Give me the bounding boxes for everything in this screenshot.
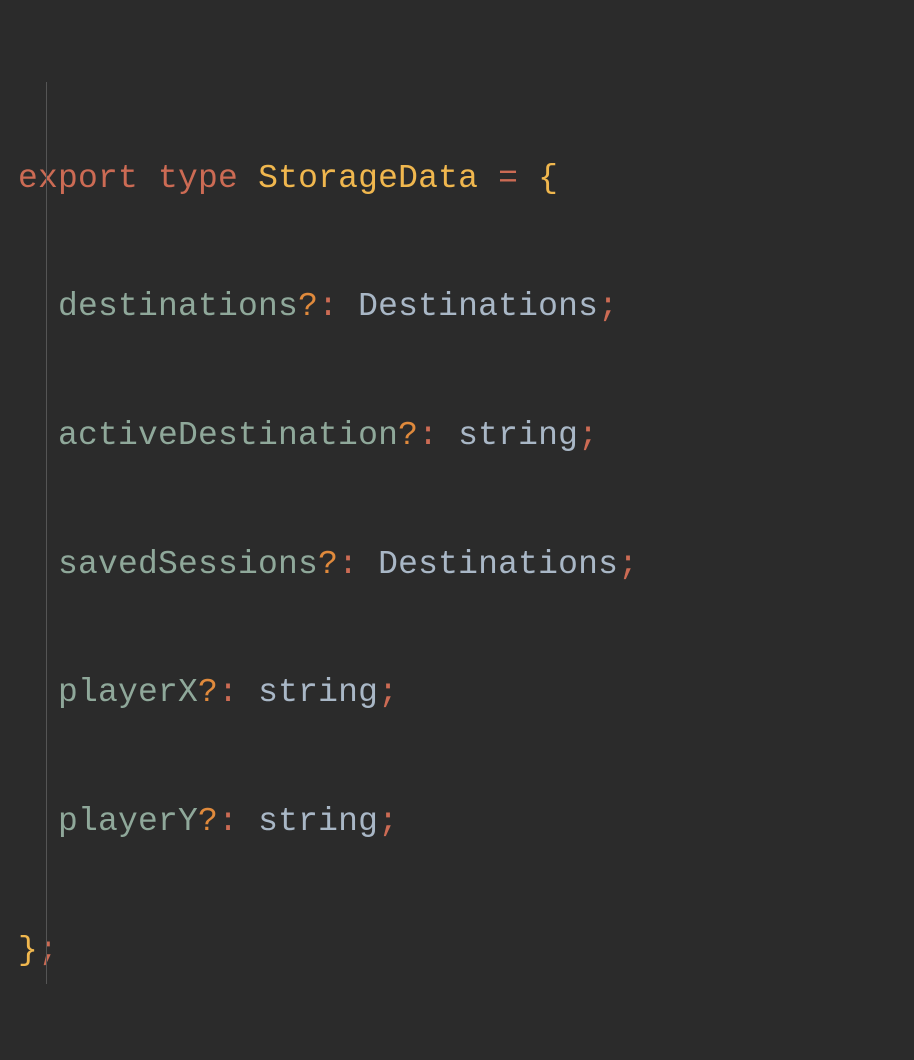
code-block: export type StorageData = { destinations… [18,18,896,1048]
keyword-type: type [158,160,238,197]
code-line-3: activeDestination?: string; [18,404,896,468]
optional-marker: ? [318,546,338,583]
property-type: string [458,417,578,454]
open-brace: { [538,160,558,197]
property-type: Destinations [358,288,598,325]
code-line-5: playerX?: string; [18,661,896,725]
property-name: playerX [58,674,198,711]
semicolon: ; [578,417,598,454]
colon: : [218,674,238,711]
code-line-4: savedSessions?: Destinations; [18,533,896,597]
colon: : [418,417,438,454]
semicolon: ; [378,674,398,711]
colon: : [338,546,358,583]
property-name: activeDestination [58,417,398,454]
colon: : [318,288,338,325]
property-type: Destinations [378,546,618,583]
optional-marker: ? [298,288,318,325]
property-name: playerY [58,803,198,840]
property-type: string [258,674,378,711]
semicolon: ; [618,546,638,583]
optional-marker: ? [198,674,218,711]
close-brace: } [18,932,38,969]
optional-marker: ? [198,803,218,840]
code-line-7: }; [18,919,896,983]
code-line-2: destinations?: Destinations; [18,275,896,339]
keyword-export: export [18,160,138,197]
semicolon: ; [378,803,398,840]
property-name: destinations [58,288,298,325]
optional-marker: ? [398,417,418,454]
colon: : [218,803,238,840]
type-name: StorageData [258,160,478,197]
semicolon: ; [38,932,58,969]
equals-operator: = [498,160,518,197]
indent-guide [46,82,47,984]
property-type: string [258,803,378,840]
property-name: savedSessions [58,546,318,583]
code-line-1: export type StorageData = { [18,147,896,211]
code-line-6: playerY?: string; [18,790,896,854]
semicolon: ; [598,288,618,325]
